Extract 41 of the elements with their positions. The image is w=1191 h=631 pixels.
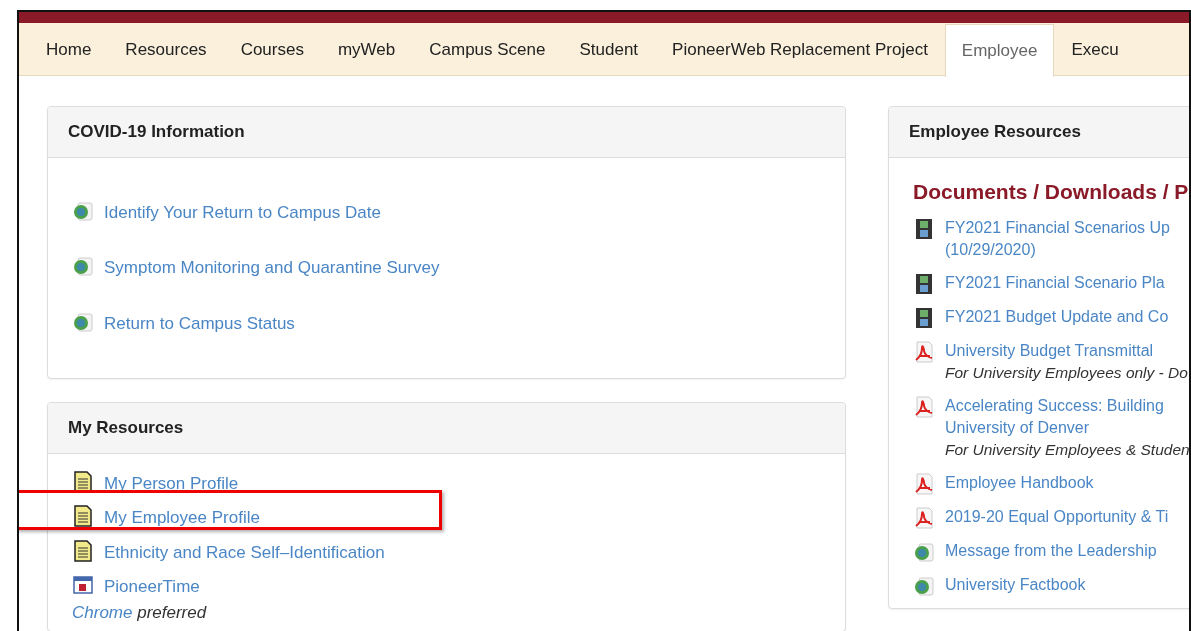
globe-icon: [72, 310, 94, 333]
film-icon: [913, 307, 935, 329]
link-note: Chrome preferred: [72, 601, 208, 624]
resource-link[interactable]: FY2021 Financial Scenarios Up (10/29/2020): [945, 217, 1170, 261]
document-icon: [72, 505, 94, 527]
document-icon: [72, 539, 94, 562]
resource-link[interactable]: Accelerating Success: Building University of Denver: [945, 395, 1189, 439]
resource-link[interactable]: Message from the Leadership: [945, 540, 1157, 562]
pdf-icon: [913, 473, 935, 495]
link-note: For University Employees & Studen: [945, 440, 1189, 460]
resource-link[interactable]: University Budget Transmittal: [945, 340, 1188, 362]
globe-icon: [72, 199, 94, 222]
resource-link[interactable]: PioneerTime: [104, 577, 200, 596]
globe-icon: [913, 541, 935, 563]
resource-link[interactable]: FY2021 Financial Scenario Pla: [945, 272, 1165, 294]
resource-link[interactable]: My Employee Profile: [104, 508, 260, 527]
panel-title: COVID-19 Information: [48, 107, 845, 158]
pdf-icon: [913, 507, 935, 529]
calendar-icon: [72, 574, 94, 596]
resource-link[interactable]: Identify Your Return to Campus Date: [104, 202, 381, 222]
resource-link[interactable]: 2019-20 Equal Opportunity & Ti: [945, 506, 1169, 528]
pdf-icon: [913, 396, 935, 418]
resource-link[interactable]: Ethnicity and Race Self–Identification: [104, 542, 385, 562]
globe-icon: [72, 255, 94, 277]
nav-tab[interactable]: Employee: [944, 24, 1055, 77]
film-icon: [913, 218, 935, 240]
globe-icon: [913, 575, 935, 597]
resource-link[interactable]: My Person Profile: [104, 473, 239, 493]
section-heading: Documents / Downloads / P: [913, 178, 1189, 205]
resource-link[interactable]: Symptom Monitoring and Quarantine Survey: [104, 258, 440, 277]
link-note: For University Employees only - Do: [945, 363, 1188, 383]
panel-title: My Resources: [48, 403, 845, 454]
browser-link[interactable]: Chrome: [72, 602, 133, 622]
resource-link[interactable]: Employee Handbook: [945, 472, 1094, 494]
film-icon: [913, 273, 935, 295]
resource-link[interactable]: FY2021 Budget Update and Co: [945, 306, 1169, 328]
pdf-icon: [913, 341, 935, 363]
document-icon: [72, 470, 94, 493]
resource-link[interactable]: Return to Campus Status: [104, 313, 295, 333]
panel-title: Employee Resources: [889, 107, 1189, 158]
resource-link[interactable]: University Factbook: [945, 574, 1086, 596]
